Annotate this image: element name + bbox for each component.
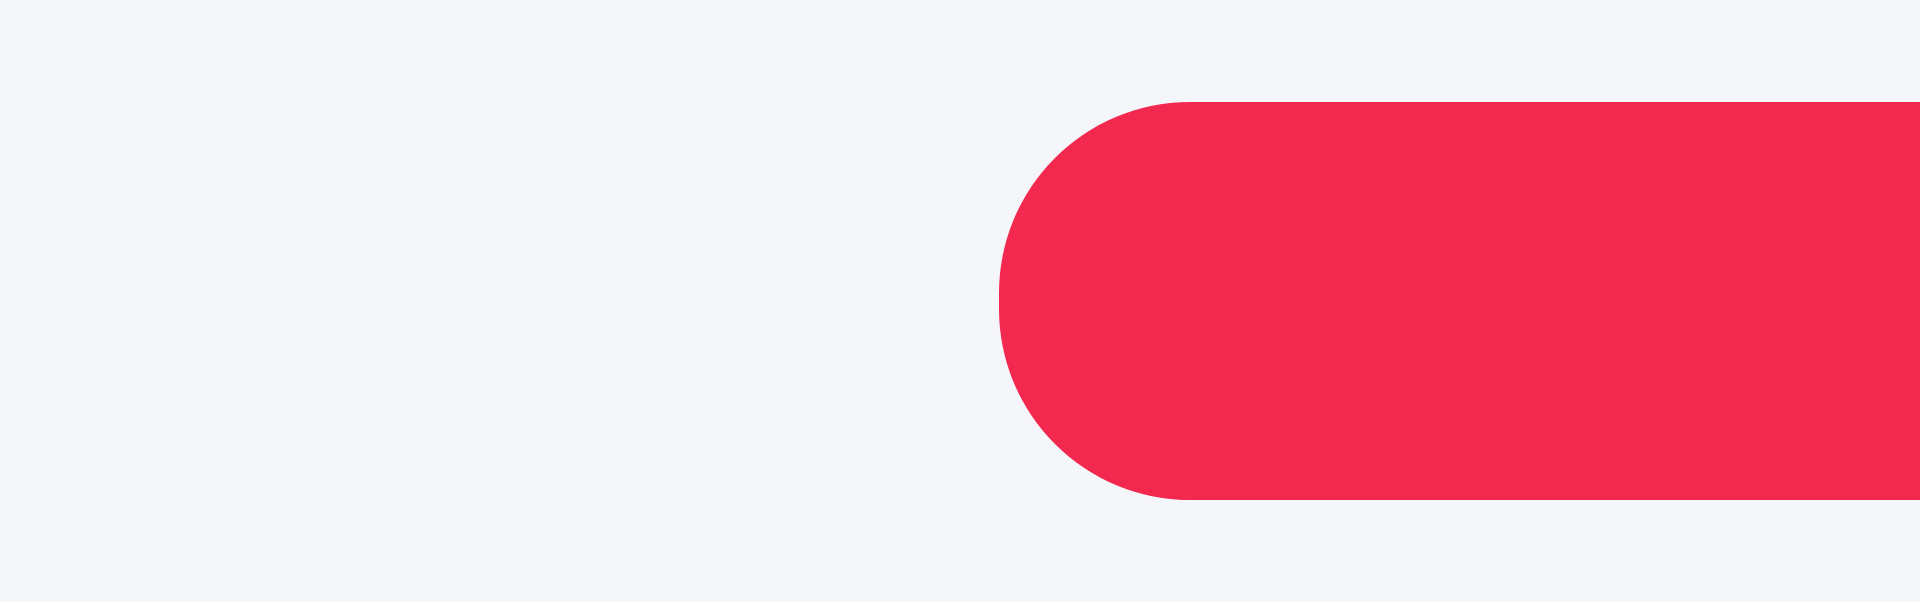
- page-background: [0, 0, 1920, 602]
- red-rounded-banner-shape: [999, 102, 1920, 500]
